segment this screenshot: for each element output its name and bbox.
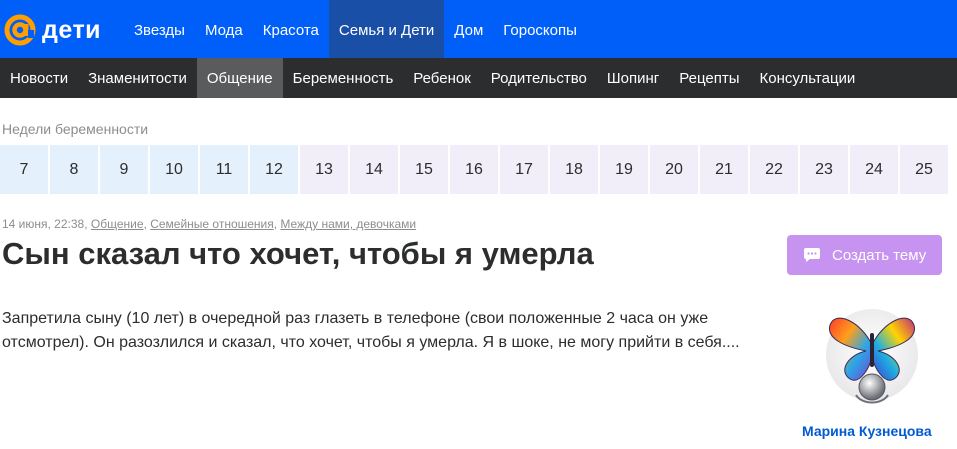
post-text: Запретила сыну (10 лет) в очередной раз … bbox=[2, 310, 740, 351]
pregnancy-week-item[interactable]: 14 bbox=[350, 145, 398, 194]
pregnancy-week-item[interactable]: 19 bbox=[600, 145, 648, 194]
section-nav-item[interactable]: Знаменитости bbox=[78, 58, 197, 98]
pregnancy-week-item[interactable]: 10 bbox=[150, 145, 198, 194]
section-nav-item[interactable]: Родительство bbox=[481, 58, 597, 98]
pregnancy-week-item[interactable]: 23 bbox=[800, 145, 848, 194]
section-nav-item[interactable]: Консультации bbox=[749, 58, 865, 98]
pregnancy-week-item[interactable]: 9 bbox=[100, 145, 148, 194]
pregnancy-week-item[interactable]: 11 bbox=[200, 145, 248, 194]
top-nav-item[interactable]: Гороскопы bbox=[493, 0, 587, 58]
top-nav-item[interactable]: Красота bbox=[253, 0, 329, 58]
category-link[interactable]: Общение bbox=[91, 217, 144, 231]
section-navigation-bar: Новости Знаменитости Общение Беременность Ре… bbox=[0, 58, 957, 98]
pregnancy-week-item[interactable]: 16 bbox=[450, 145, 498, 194]
post-date: 14 июня, 22:38, bbox=[2, 217, 88, 231]
section-nav-item[interactable]: Беременность bbox=[283, 58, 404, 98]
post-meta: 14 июня, 22:38, Общение, Семейные отноше… bbox=[2, 217, 417, 231]
section-nav-item[interactable]: Общение bbox=[196, 58, 283, 98]
top-nav-item[interactable]: Мода bbox=[195, 0, 253, 58]
pregnancy-weeks-label: Недели беременности bbox=[2, 121, 149, 137]
create-topic-label: Создать тему bbox=[832, 246, 927, 264]
create-topic-button[interactable]: Создать тему bbox=[787, 235, 942, 275]
post-title: Сын сказал что хочет, чтобы я умерла bbox=[2, 236, 594, 271]
logo-text: дети bbox=[42, 16, 102, 44]
pregnancy-week-item[interactable]: 12 bbox=[250, 145, 298, 194]
pregnancy-week-item[interactable]: 7 bbox=[0, 145, 48, 194]
pregnancy-week-item[interactable]: 25 bbox=[900, 145, 948, 194]
top-navigation-bar: дети Звезды Мода Красота Семья и Дети Дом Гор… bbox=[0, 0, 957, 58]
category-link[interactable]: Между нами, девочками bbox=[280, 217, 416, 231]
pregnancy-week-item[interactable]: 22 bbox=[750, 145, 798, 194]
butterfly-avatar[interactable] bbox=[826, 305, 918, 413]
pregnancy-week-item[interactable]: 24 bbox=[850, 145, 898, 194]
at-logo-icon bbox=[4, 14, 36, 46]
pregnancy-week-item[interactable]: 15 bbox=[400, 145, 448, 194]
pregnancy-weeks-strip: 7 8 9 10 11 12 13 14 15 16 17 18 19 20 21 22 23 24 25 bbox=[0, 145, 948, 194]
category-link[interactable]: Семейные отношения bbox=[150, 217, 274, 231]
pregnancy-week-item[interactable]: 8 bbox=[50, 145, 98, 194]
pregnancy-week-item[interactable]: 18 bbox=[550, 145, 598, 194]
top-nav-item[interactable]: Звезды bbox=[124, 0, 195, 58]
section-nav-item[interactable]: Шопинг bbox=[597, 58, 669, 98]
pregnancy-week-item[interactable]: 21 bbox=[700, 145, 748, 194]
pregnancy-week-item[interactable]: 20 bbox=[650, 145, 698, 194]
chat-icon bbox=[804, 248, 820, 262]
section-nav-item[interactable]: Ребенок bbox=[403, 58, 480, 98]
top-nav-item[interactable]: Семья и Дети bbox=[328, 0, 445, 58]
pregnancy-week-item[interactable]: 17 bbox=[500, 145, 548, 194]
top-nav-item[interactable]: Дом bbox=[444, 0, 493, 58]
top-nav-menu: Звезды Мода Красота Семья и Дети Дом Гороскоп… bbox=[124, 0, 587, 58]
author-name-link[interactable]: Марина Кузнецова bbox=[802, 423, 932, 439]
site-logo[interactable]: дети bbox=[0, 12, 101, 48]
section-nav-item[interactable]: Новости bbox=[0, 58, 78, 98]
section-nav-item[interactable]: Рецепты bbox=[669, 58, 749, 98]
pregnancy-week-item[interactable]: 13 bbox=[300, 145, 348, 194]
